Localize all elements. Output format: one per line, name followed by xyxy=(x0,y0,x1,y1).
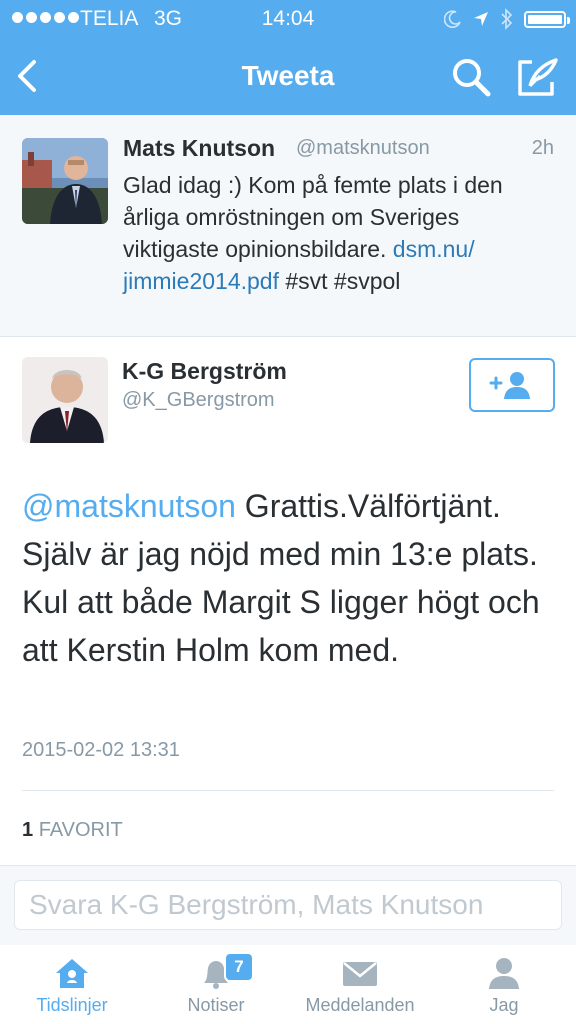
top-bar: TELIA 3G 14:04 Tweeta xyxy=(0,0,576,115)
author-handle: @K_GBergstrom xyxy=(122,389,275,411)
tab-label: Tidslinjer xyxy=(36,995,108,1015)
avatar-mats-knutson[interactable] xyxy=(22,138,108,224)
avatar-image xyxy=(22,357,108,443)
tweet-link-part-2[interactable]: jimmie2014.pdf xyxy=(123,268,279,294)
home-icon xyxy=(56,959,88,988)
tab-label: Notiser xyxy=(187,995,245,1015)
reply-bar xyxy=(0,865,576,946)
tweet-mention[interactable]: @matsknutson xyxy=(22,488,236,524)
search-button[interactable] xyxy=(450,56,492,98)
favorites-number: 1 xyxy=(22,819,34,841)
person-icon xyxy=(489,958,519,989)
tweet-text: @matsknutson Grattis.Välförtjänt. Själv … xyxy=(22,482,562,674)
notification-badge: 7 xyxy=(224,952,254,982)
tab-label: Jag xyxy=(489,995,519,1015)
reply-input[interactable] xyxy=(14,880,562,930)
search-icon xyxy=(453,59,491,97)
tweet-link-part-1[interactable]: dsm.nu/ xyxy=(393,236,475,262)
tab-notiser[interactable]: Notiser xyxy=(144,945,288,1024)
status-bar: TELIA 3G 14:04 xyxy=(0,0,576,36)
favorites-label: FAVORIT xyxy=(38,819,123,841)
tweet-date: 2015-02-02 13:31 xyxy=(22,739,180,761)
tab-tidslinjer[interactable]: Tidslinjer xyxy=(0,945,144,1024)
author-name[interactable]: K-G Bergström xyxy=(122,358,287,385)
bluetooth-icon xyxy=(501,8,513,30)
tab-meddelanden[interactable]: Meddelanden xyxy=(288,945,432,1024)
location-arrow-icon xyxy=(474,12,488,26)
compose-icon xyxy=(518,58,558,96)
tab-bar: Tidslinjer Notiser 7 Meddelanden Jag xyxy=(0,945,576,1024)
tab-jag[interactable]: Jag xyxy=(432,945,576,1024)
tweet-time: 2h xyxy=(531,137,554,159)
tweet-hashtags[interactable]: #svt #svpol xyxy=(279,268,400,294)
add-user-icon xyxy=(489,372,530,399)
divider xyxy=(22,790,554,791)
author-name[interactable]: Mats Knutson xyxy=(123,135,275,162)
favorites-count[interactable]: 1 FAVORIT xyxy=(22,819,123,842)
follow-button[interactable] xyxy=(469,358,555,412)
compose-button[interactable] xyxy=(514,54,560,100)
avatar-kg-bergstrom[interactable] xyxy=(22,357,108,443)
battery-fill xyxy=(528,14,562,24)
avatar-image xyxy=(22,138,108,224)
tweet-text: Glad idag :) Kom på femte plats i den år… xyxy=(123,169,543,297)
battery-icon xyxy=(524,10,570,28)
envelope-icon xyxy=(343,962,377,986)
tab-label: Meddelanden xyxy=(305,995,415,1015)
parent-tweet[interactable]: Mats Knutson @matsknutson 2h Glad idag :… xyxy=(0,115,576,337)
author-handle: @matsknutson xyxy=(296,137,430,159)
moon-icon xyxy=(444,10,461,28)
